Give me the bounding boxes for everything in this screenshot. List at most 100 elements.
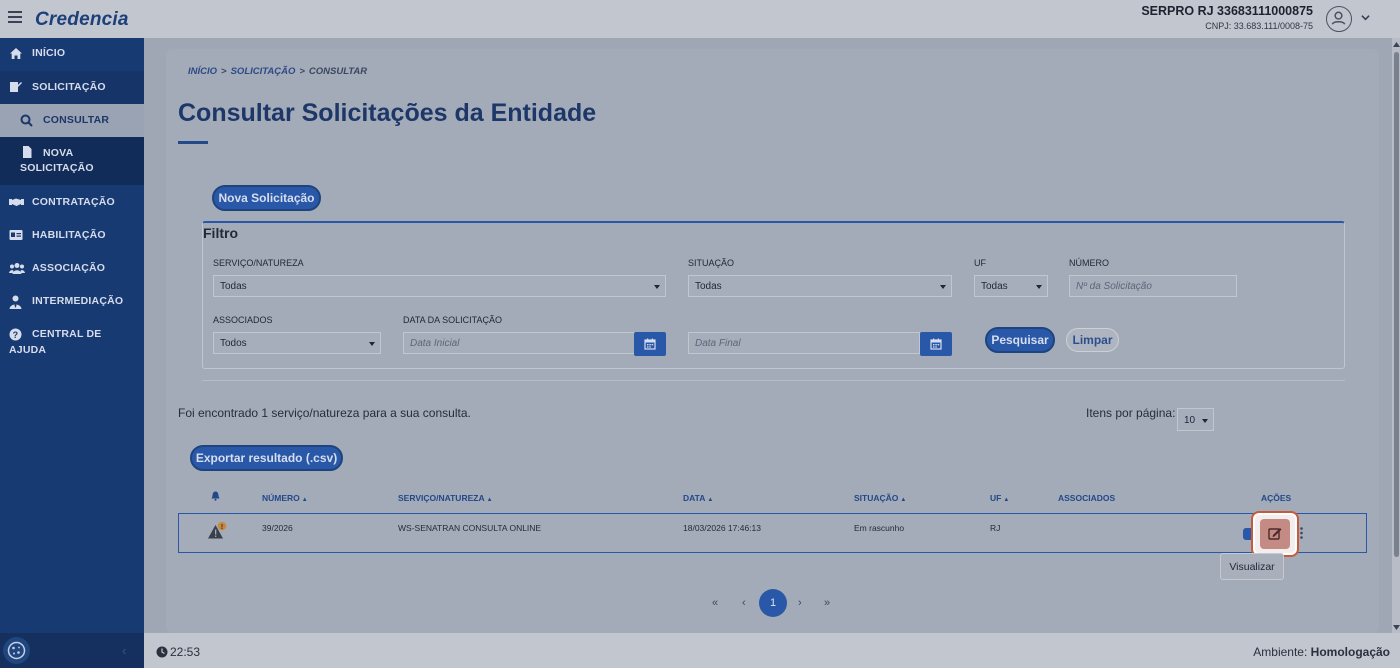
users-icon <box>9 262 25 274</box>
scroll-down-icon[interactable] <box>1393 625 1400 630</box>
organization-cnpj: CNPJ: 33.683.111/0008-75 <box>1205 21 1313 31</box>
divider <box>202 380 1345 381</box>
calendar-icon <box>644 338 656 350</box>
associates-select[interactable]: Todos <box>213 332 381 354</box>
edit-icon <box>1260 519 1290 549</box>
cell-number: 39/2026 <box>262 523 293 533</box>
cookie-settings-icon[interactable] <box>3 637 30 664</box>
pagination-prev[interactable]: ‹ <box>742 597 746 609</box>
breadcrumb-section[interactable]: SOLICITAÇÃO <box>231 66 296 77</box>
pagination-last[interactable]: » <box>824 597 830 609</box>
user-avatar-icon[interactable] <box>1326 6 1352 32</box>
chevron-down-icon[interactable] <box>1361 13 1370 22</box>
column-header-associates: ASSOCIADOS <box>1058 493 1116 503</box>
column-header-status[interactable]: SITUAÇÃO ▲ <box>854 493 906 503</box>
scroll-up-icon[interactable] <box>1393 42 1400 47</box>
tooltip-view: Visualizar <box>1220 553 1284 580</box>
warning-icon: ! <box>207 521 229 541</box>
pagination-first[interactable]: « <box>712 597 718 609</box>
more-options-icon[interactable] <box>1300 527 1303 539</box>
new-request-button[interactable]: Nova Solicitação <box>212 185 321 211</box>
cell-date: 18/03/2026 17:46:13 <box>683 523 761 533</box>
home-icon <box>9 47 23 60</box>
search-button[interactable]: Pesquisar <box>985 327 1055 353</box>
sidebar-item-associacao[interactable]: ASSOCIAÇÃO <box>0 262 144 276</box>
caret-down-icon <box>369 342 375 346</box>
session-clock: 22:53 <box>156 645 200 659</box>
column-header-uf[interactable]: UF ▲ <box>990 493 1009 503</box>
sidebar-item-central-de-ajuda[interactable]: ? CENTRAL DE AJUDA <box>0 328 144 360</box>
bell-icon <box>211 491 220 501</box>
environment-label: Ambiente: Homologação <box>1253 645 1390 659</box>
sort-up-icon: ▲ <box>1003 497 1010 503</box>
clear-button[interactable]: Limpar <box>1066 328 1119 352</box>
column-header-actions: AÇÕES <box>1261 493 1292 503</box>
sidebar-item-habilitacao[interactable]: HABILITAÇÃO <box>0 229 144 243</box>
export-csv-button[interactable]: Exportar resultado (.csv) <box>190 445 343 471</box>
date-end-input[interactable]: Data Final <box>688 332 920 354</box>
cell-status: Em rascunho <box>854 523 905 533</box>
column-header-date[interactable]: DATA ▲ <box>683 493 713 503</box>
calendar-icon <box>930 338 942 350</box>
per-page-select[interactable]: 10 <box>1177 408 1214 431</box>
sidebar-collapse-button[interactable]: ‹ <box>122 643 126 658</box>
cell-service: WS-SENATRAN CONSULTA ONLINE <box>398 523 542 533</box>
date-start-input[interactable]: Data Inicial <box>403 332 635 354</box>
sidebar: INÍCIO SOLICITAÇÃO CONSULTAR NOVA SOLICI… <box>0 38 144 668</box>
pagination-page[interactable]: 1 <box>759 589 787 617</box>
service-select[interactable]: Todas <box>213 275 666 297</box>
svg-text:!: ! <box>221 524 223 531</box>
pagination-next[interactable]: › <box>798 597 802 609</box>
sort-up-icon: ▲ <box>301 497 308 503</box>
organization-name: SERPRO RJ 33683111000875 <box>1141 4 1313 18</box>
view-icon-partial[interactable] <box>1243 528 1251 540</box>
sidebar-item-nova-solicitacao[interactable]: NOVA SOLICITAÇÃO <box>0 137 144 185</box>
column-header-service[interactable]: SERVIÇO/NATUREZA ▲ <box>398 493 493 503</box>
sidebar-item-contratacao[interactable]: CONTRATAÇÃO <box>0 196 144 210</box>
status-select[interactable]: Todas <box>688 275 952 297</box>
svg-text:?: ? <box>13 330 19 340</box>
menu-icon[interactable] <box>8 11 22 25</box>
date-label: DATA DA SOLICITAÇÃO <box>403 315 503 325</box>
date-end-calendar-button[interactable] <box>920 332 952 356</box>
breadcrumb-current: CONSULTAR <box>308 66 368 77</box>
result-summary: Foi encontrado 1 serviço/natureza para a… <box>178 406 471 420</box>
caret-down-icon <box>940 285 946 289</box>
person-tie-icon <box>9 295 22 309</box>
breadcrumb: INÍCIO > SOLICITAÇÃO > CONSULTAR <box>188 66 368 77</box>
edit-doc-icon <box>9 80 23 93</box>
page-title: Consultar Solicitações da Entidade <box>178 99 597 127</box>
handshake-icon <box>9 196 24 208</box>
table-row[interactable] <box>178 513 1367 553</box>
sort-up-icon: ▲ <box>900 497 907 503</box>
filter-title: Filtro <box>203 225 238 241</box>
id-card-icon <box>9 229 23 241</box>
caret-down-icon <box>1036 285 1042 289</box>
breadcrumb-home[interactable]: INÍCIO <box>188 66 217 77</box>
search-icon <box>20 114 33 127</box>
brand-logo[interactable]: Credencia <box>35 9 129 31</box>
column-header-number[interactable]: NÚMERO ▲ <box>262 493 308 503</box>
sort-up-icon: ▲ <box>486 497 493 503</box>
caret-down-icon <box>654 285 660 289</box>
number-input[interactable]: Nº da Solicitação <box>1069 275 1237 297</box>
sidebar-item-intermediacao[interactable]: INTERMEDIAÇÃO <box>0 295 144 309</box>
scrollbar-thumb[interactable] <box>1394 52 1399 557</box>
sidebar-item-consultar[interactable]: CONSULTAR <box>0 104 144 137</box>
file-icon <box>22 146 32 158</box>
sidebar-item-solicitacao[interactable]: SOLICITAÇÃO <box>0 71 144 104</box>
date-start-calendar-button[interactable] <box>634 332 666 356</box>
organization-info: SERPRO RJ 33683111000875 CNPJ: 33.683.11… <box>1141 4 1313 31</box>
uf-label: UF <box>974 258 986 268</box>
number-label: NÚMERO <box>1069 258 1109 268</box>
question-icon: ? <box>9 328 22 341</box>
cell-uf: RJ <box>990 523 1001 533</box>
status-label: SITUAÇÃO <box>688 258 735 268</box>
view-action-button[interactable] <box>1251 511 1299 557</box>
uf-select[interactable]: Todas <box>974 275 1048 297</box>
top-bar: Credencia SERPRO RJ 33683111000875 CNPJ:… <box>0 0 1400 38</box>
sidebar-footer: ‹ <box>0 633 144 668</box>
caret-down-icon <box>1202 419 1208 423</box>
clock-icon <box>156 646 168 658</box>
sidebar-item-inicio[interactable]: INÍCIO <box>0 47 144 61</box>
